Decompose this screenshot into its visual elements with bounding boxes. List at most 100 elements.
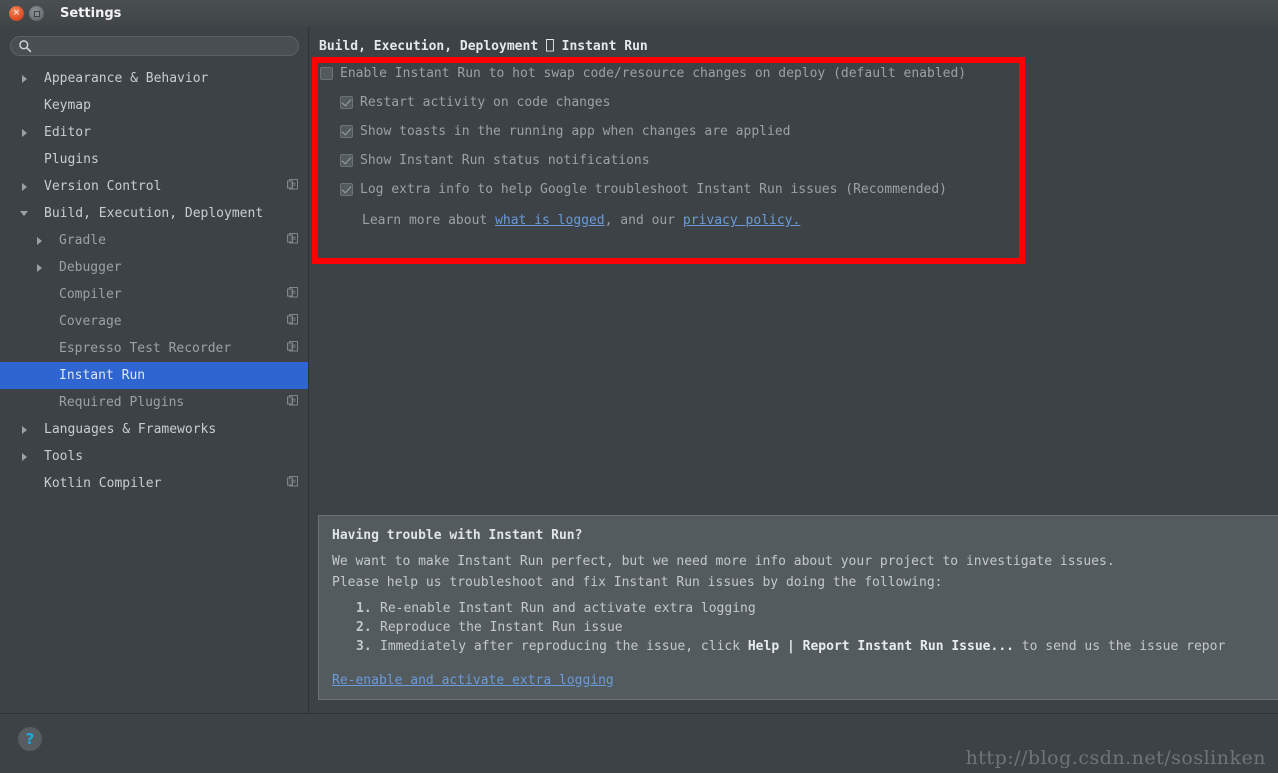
sidebar-item-languages-frameworks[interactable]: Languages & Frameworks	[0, 416, 308, 443]
trouble-steps-list: 1. Re-enable Instant Run and activate ext…	[332, 599, 1278, 656]
sidebar-item-label: Required Plugins	[59, 395, 185, 410]
step-number: 1.	[356, 601, 372, 616]
project-settings-icon-wrapper	[286, 178, 299, 195]
trouble-step: 3. Immediately after reproducing the issu…	[356, 637, 1278, 656]
project-settings-icon	[287, 341, 298, 352]
window-title: Settings	[60, 6, 122, 21]
close-icon: ×	[12, 8, 21, 18]
chevron-right-icon[interactable]	[18, 128, 30, 137]
sidebar-item-debugger[interactable]: Debugger	[0, 254, 308, 281]
sidebar-item-label: Compiler	[59, 287, 122, 302]
step-text-after: to send us the issue repor	[1013, 639, 1226, 654]
sidebar-item-kotlin-compiler[interactable]: Kotlin Compiler	[0, 470, 308, 497]
chevron-down-icon[interactable]	[18, 211, 30, 216]
option-label: Enable Instant Run to hot swap code/reso…	[340, 66, 967, 81]
sidebar-item-label: Instant Run	[59, 368, 146, 383]
search-input[interactable]	[10, 36, 299, 56]
step-text-bold: Help | Report Instant Run Issue...	[747, 639, 1014, 654]
re-enable-extra-logging-link[interactable]: Re-enable and activate extra logging	[332, 673, 614, 688]
chevron-right-icon[interactable]	[33, 236, 45, 245]
project-settings-icon-wrapper	[286, 232, 299, 249]
chevron-right-icon[interactable]	[18, 425, 30, 434]
project-settings-icon	[287, 287, 298, 298]
instant-run-options: Enable Instant Run to hot swap code/reso…	[320, 65, 1270, 280]
window-titlebar: × Settings	[0, 0, 1278, 28]
checkbox-checked[interactable]	[340, 125, 353, 138]
step-text-before: Reproduce the Instant Run issue	[380, 620, 623, 635]
search-field-wrapper	[10, 36, 299, 56]
sidebar-item-label: Keymap	[44, 98, 91, 113]
dialog-footer: ? http://blog.csdn.net/soslinken	[0, 713, 1278, 773]
trouble-paragraph-2: Please help us troubleshoot and fix Inst…	[332, 575, 943, 590]
sidebar-item-label: Debugger	[59, 260, 122, 275]
step-text-before: Re-enable Instant Run and activate extra…	[380, 601, 756, 616]
checkbox-checked[interactable]	[340, 154, 353, 167]
sidebar-item-label: Editor	[44, 125, 91, 140]
sidebar-item-instant-run[interactable]: Instant Run	[0, 362, 308, 389]
option-row[interactable]: Show Instant Run status notifications	[320, 152, 1270, 181]
project-settings-icon	[287, 233, 298, 244]
sidebar-item-compiler[interactable]: Compiler	[0, 281, 308, 308]
window-maximize-button[interactable]	[29, 6, 44, 21]
checkbox-checked[interactable]	[340, 183, 353, 196]
what-is-logged-link[interactable]: what is logged	[495, 213, 605, 228]
checkbox-unchecked[interactable]	[320, 67, 333, 80]
trouble-panel-title: Having trouble with Instant Run?	[332, 528, 583, 543]
project-settings-icon-wrapper	[286, 286, 299, 303]
sidebar-item-espresso-test-recorder[interactable]: Espresso Test Recorder	[0, 335, 308, 362]
help-button[interactable]: ?	[18, 727, 42, 751]
project-settings-icon	[287, 476, 298, 487]
sidebar-item-required-plugins[interactable]: Required Plugins	[0, 389, 308, 416]
sidebar-item-label: Languages & Frameworks	[44, 422, 217, 437]
trouble-paragraph-1: We want to make Instant Run perfect, but…	[332, 554, 1115, 569]
step-number: 2.	[356, 620, 372, 635]
settings-tree: Appearance & Behavior Keymap Editor Plugins…	[0, 65, 308, 497]
chevron-right-icon[interactable]	[18, 74, 30, 83]
maximize-icon	[33, 10, 40, 17]
privacy-policy-link[interactable]: privacy policy.	[683, 213, 800, 228]
option-label: Restart activity on code changes	[360, 95, 611, 110]
sidebar-item-label: Coverage	[59, 314, 122, 329]
settings-sidebar: Appearance & Behavior Keymap Editor Plugins…	[0, 27, 309, 713]
trouble-panel: Having trouble with Instant Run? We want…	[318, 515, 1278, 700]
sidebar-item-label: Appearance & Behavior	[44, 71, 209, 86]
chevron-right-icon[interactable]	[18, 452, 30, 461]
sidebar-item-plugins[interactable]: Plugins	[0, 146, 308, 173]
sidebar-item-tools[interactable]: Tools	[0, 443, 308, 470]
sidebar-item-appearance-behavior[interactable]: Appearance & Behavior	[0, 65, 308, 92]
project-settings-icon-wrapper	[286, 475, 299, 492]
sidebar-item-coverage[interactable]: Coverage	[0, 308, 308, 335]
sidebar-item-version-control[interactable]: Version Control	[0, 173, 308, 200]
chevron-right-icon[interactable]	[33, 263, 45, 272]
learn-more-row: Learn more about what is logged, and our…	[320, 211, 1270, 231]
sidebar-item-build-execution-deployment[interactable]: Build, Execution, Deployment	[0, 200, 308, 227]
chevron-right-icon[interactable]	[18, 182, 30, 191]
sidebar-item-label: Version Control	[44, 179, 162, 194]
breadcrumb: Build, Execution, Deployment ⎕ Instant R…	[319, 39, 648, 54]
option-row[interactable]: Show toasts in the running app when chan…	[320, 123, 1270, 152]
option-label: Show toasts in the running app when chan…	[360, 124, 791, 139]
option-row[interactable]: Restart activity on code changes	[320, 94, 1270, 123]
watermark-url: http://blog.csdn.net/soslinken	[965, 747, 1266, 769]
project-settings-icon	[287, 395, 298, 406]
option-row[interactable]: Log extra info to help Google troublesho…	[320, 181, 1270, 210]
sidebar-item-keymap[interactable]: Keymap	[0, 92, 308, 119]
project-settings-icon-wrapper	[286, 340, 299, 357]
step-text-before: Immediately after reproducing the issue,…	[380, 639, 748, 654]
checkbox-checked[interactable]	[340, 96, 353, 109]
sidebar-item-label: Espresso Test Recorder	[59, 341, 232, 356]
project-settings-icon-wrapper	[286, 394, 299, 411]
option-label: Log extra info to help Google troublesho…	[360, 182, 947, 197]
window-close-button[interactable]: ×	[9, 6, 24, 21]
option-row[interactable]: Enable Instant Run to hot swap code/reso…	[320, 65, 1270, 94]
sidebar-item-editor[interactable]: Editor	[0, 119, 308, 146]
sidebar-item-label: Tools	[44, 449, 84, 464]
learn-more-prefix: Learn more about	[362, 213, 496, 228]
project-settings-icon	[287, 314, 298, 325]
trouble-step: 2. Reproduce the Instant Run issue	[356, 618, 1278, 637]
option-label: Show Instant Run status notifications	[360, 153, 650, 168]
sidebar-item-label: Kotlin Compiler	[44, 476, 162, 491]
sidebar-item-gradle[interactable]: Gradle	[0, 227, 308, 254]
sidebar-item-label: Plugins	[44, 152, 99, 167]
sidebar-item-label: Build, Execution, Deployment	[44, 206, 264, 221]
